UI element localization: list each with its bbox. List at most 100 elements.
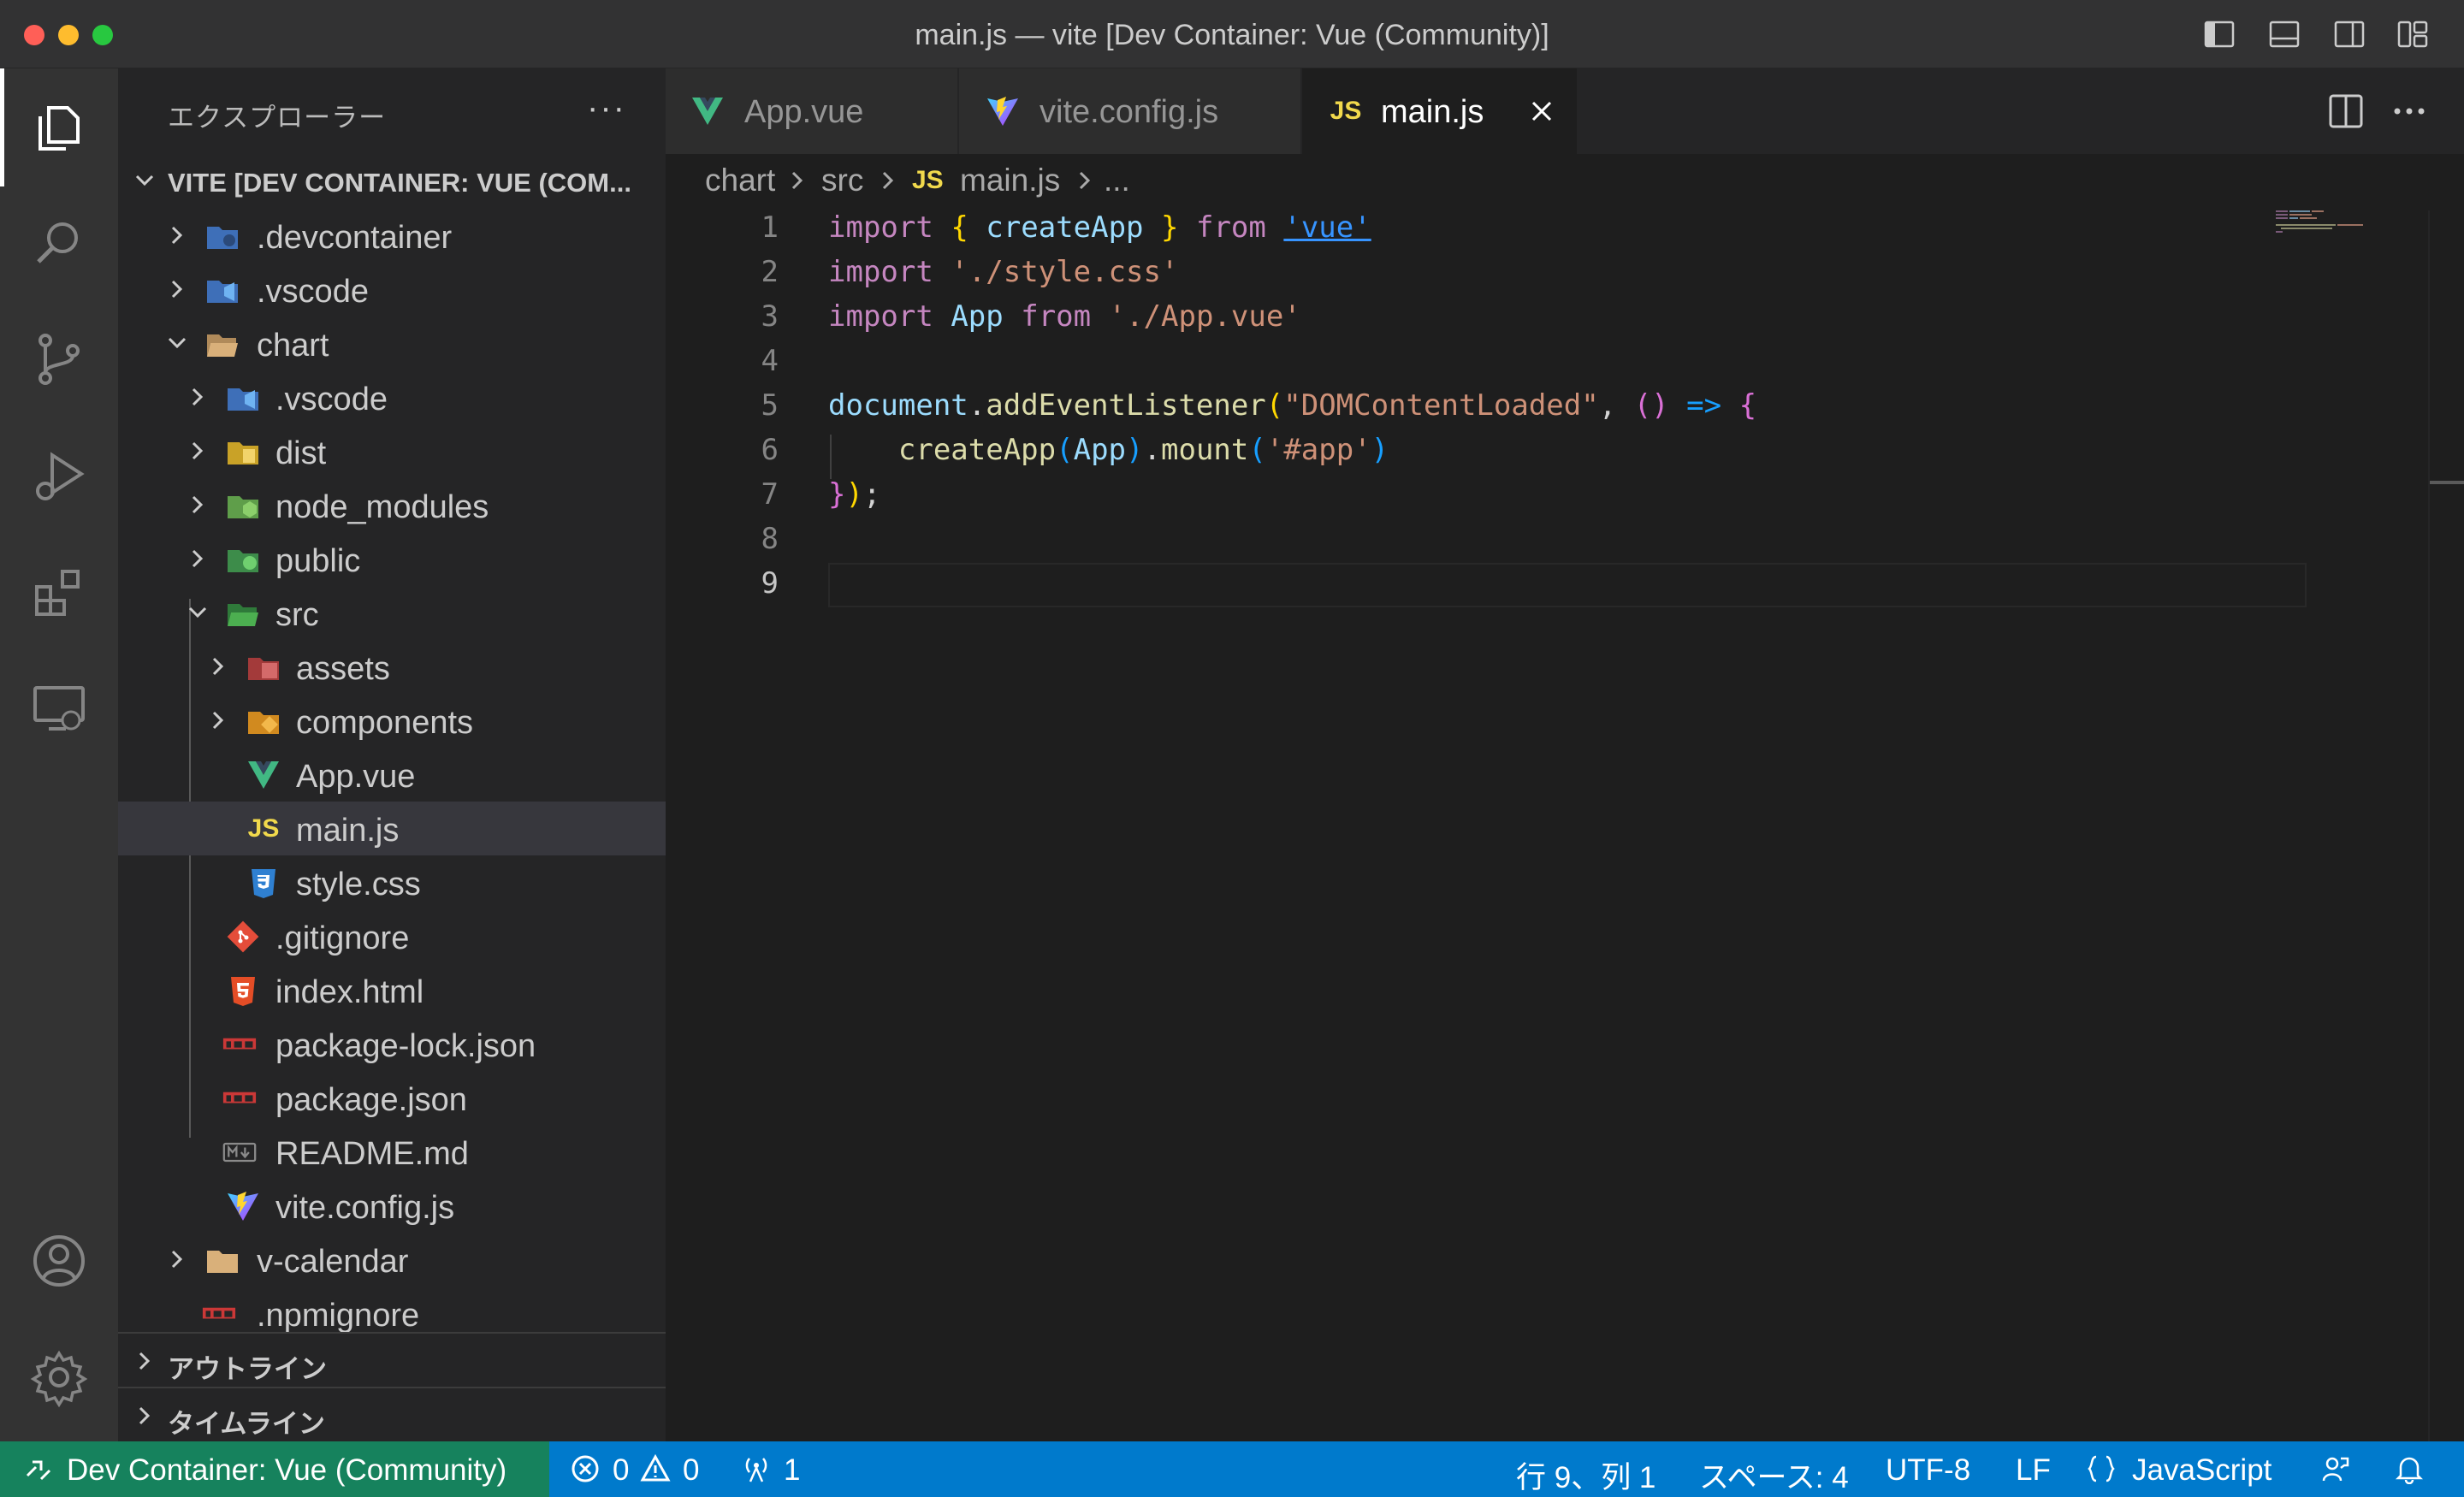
breadcrumb-item[interactable]: src: [821, 163, 863, 198]
split-editor-icon[interactable]: [2327, 92, 2365, 130]
ports-count[interactable]: 1: [784, 1453, 800, 1488]
code-token: '#app': [1265, 433, 1371, 467]
current-line-highlight: [828, 563, 2307, 607]
minimap[interactable]: [2274, 210, 2428, 279]
tree-item-label: dist: [275, 435, 327, 471]
timeline-section-header[interactable]: タイムライン: [118, 1387, 666, 1441]
manage-gear-icon[interactable]: [25, 1343, 93, 1411]
line-number: 7: [761, 477, 779, 512]
window-title: main.js — vite [Dev Container: Vue (Comm…: [915, 19, 1549, 51]
tree-item-readme[interactable]: README.md: [118, 1125, 666, 1179]
notifications-bell-icon[interactable]: [2394, 1453, 2425, 1484]
ports-broadcast-icon: [745, 1458, 767, 1482]
vue-file-icon: [690, 94, 726, 128]
code-token: ): [845, 477, 863, 512]
close-icon[interactable]: [1526, 96, 1557, 127]
tree-item-index-html[interactable]: index.html: [118, 963, 666, 1017]
explorer-icon[interactable]: [25, 92, 93, 161]
code-token: ): [1126, 433, 1144, 467]
error-count[interactable]: 0: [613, 1453, 629, 1488]
outline-section-header[interactable]: アウトライン: [118, 1332, 666, 1387]
folder-vscode-icon: [226, 382, 260, 414]
feedback-person-icon[interactable]: [2320, 1453, 2351, 1484]
source-control-icon[interactable]: [25, 325, 93, 393]
toggle-primary-sidebar-icon[interactable]: [2202, 17, 2236, 51]
tree-item-v-calendar[interactable]: v-calendar: [118, 1233, 666, 1287]
code-line-5: document.addEventListener("DOMContentLoa…: [828, 388, 1756, 423]
tree-item-app-vue[interactable]: App.vue: [118, 748, 666, 802]
remote-label: Dev Container: Vue (Community): [67, 1453, 507, 1487]
folder-assets-icon: [246, 651, 281, 683]
tree-item-vite-config[interactable]: vite.config.js: [118, 1179, 666, 1233]
tree-item-gitignore[interactable]: .gitignore: [118, 909, 666, 963]
toggle-panel-icon[interactable]: [2267, 17, 2301, 51]
tree-item-public[interactable]: public: [118, 532, 666, 586]
code-token: {: [1738, 388, 1757, 423]
cursor-position[interactable]: 行 9、列 1: [1516, 1453, 1656, 1497]
vite-file-icon: [226, 1190, 260, 1222]
remote-indicator[interactable]: Dev Container: Vue (Community): [0, 1441, 549, 1497]
tree-item-chart-vscode[interactable]: .vscode: [118, 370, 666, 424]
extensions-icon[interactable]: [25, 558, 93, 626]
js-file-icon: JS: [912, 166, 944, 194]
tree-item-label: v-calendar: [257, 1244, 409, 1280]
tree-item-dist[interactable]: dist: [118, 424, 666, 478]
warning-count[interactable]: 0: [683, 1453, 699, 1488]
tree-item-label: package.json: [275, 1082, 467, 1118]
language-mode[interactable]: JavaScript: [2132, 1453, 2272, 1488]
accounts-icon[interactable]: [25, 1227, 93, 1295]
chevron-down-icon: [188, 606, 207, 618]
error-icon: [572, 1455, 599, 1482]
outline-label: アウトライン: [168, 1354, 327, 1384]
breadcrumb-item[interactable]: chart: [705, 163, 775, 198]
code-token: import: [828, 210, 933, 245]
vue-file-icon: [246, 759, 281, 791]
tree-item-src[interactable]: src: [118, 586, 666, 640]
tree-item-vscode[interactable]: .vscode: [118, 263, 666, 317]
tree-item-package-json[interactable]: package.json: [118, 1071, 666, 1125]
tree-item-chart[interactable]: chart: [118, 317, 666, 370]
remote-explorer-icon[interactable]: [25, 674, 93, 743]
encoding[interactable]: UTF-8: [1886, 1453, 1970, 1488]
warning-icon: [640, 1453, 671, 1482]
toggle-secondary-sidebar-icon[interactable]: [2332, 17, 2366, 51]
more-actions-icon[interactable]: [2390, 92, 2428, 130]
code-token: ): [1371, 433, 1389, 467]
tab-app-vue[interactable]: App.vue: [666, 68, 958, 154]
html-file-icon: [226, 974, 260, 1007]
folder-open-icon: [205, 328, 240, 360]
search-icon[interactable]: [25, 209, 93, 277]
breadcrumb-item[interactable]: main.js: [960, 163, 1060, 198]
tree-item-devcontainer[interactable]: .devcontainer: [118, 209, 666, 263]
tab-main-js[interactable]: JS main.js: [1302, 68, 1578, 154]
indentation[interactable]: スペース: 4: [1699, 1453, 1849, 1497]
customize-layout-icon[interactable]: [2396, 17, 2430, 51]
tree-item-node-modules[interactable]: node_modules: [118, 478, 666, 532]
tree-item-style-css[interactable]: style.css: [118, 855, 666, 909]
tab-vite-config[interactable]: vite.config.js: [959, 68, 1301, 154]
tree-item-assets[interactable]: assets: [118, 640, 666, 694]
folder-vscode-icon: [205, 274, 240, 306]
tree-item-label: assets: [296, 651, 390, 687]
code-editor[interactable]: 1 2 3 4 5 6 7 8 9 import { createApp } f…: [666, 210, 2464, 1441]
active-indicator: [0, 68, 4, 186]
chevron-right-icon: [139, 1352, 151, 1370]
code-token[interactable]: 'vue': [1283, 210, 1371, 245]
tree-item-components[interactable]: components: [118, 694, 666, 748]
chevron-right-icon: [192, 549, 204, 568]
folder-dist-icon: [226, 435, 260, 468]
more-actions-button[interactable]: ···: [587, 89, 626, 127]
vertical-scrollbar-track[interactable]: [2428, 210, 2430, 1441]
timeline-label: タイムライン: [168, 1409, 325, 1439]
tree-item-package-lock[interactable]: package-lock.json: [118, 1017, 666, 1071]
breadcrumb-item[interactable]: ...: [1104, 163, 1130, 198]
tree-item-label: index.html: [275, 974, 424, 1010]
run-debug-icon[interactable]: [25, 441, 93, 510]
tree-item-main-js[interactable]: JS main.js: [118, 802, 666, 855]
workspace-root[interactable]: VITE [DEV CONTAINER: VUE (COM...: [118, 154, 666, 209]
chevron-right-icon: [882, 171, 894, 190]
code-token: ;: [862, 477, 881, 512]
end-of-line[interactable]: LF: [2016, 1453, 2051, 1488]
code-token: =>: [1686, 388, 1722, 423]
code-token: (): [1633, 388, 1669, 423]
